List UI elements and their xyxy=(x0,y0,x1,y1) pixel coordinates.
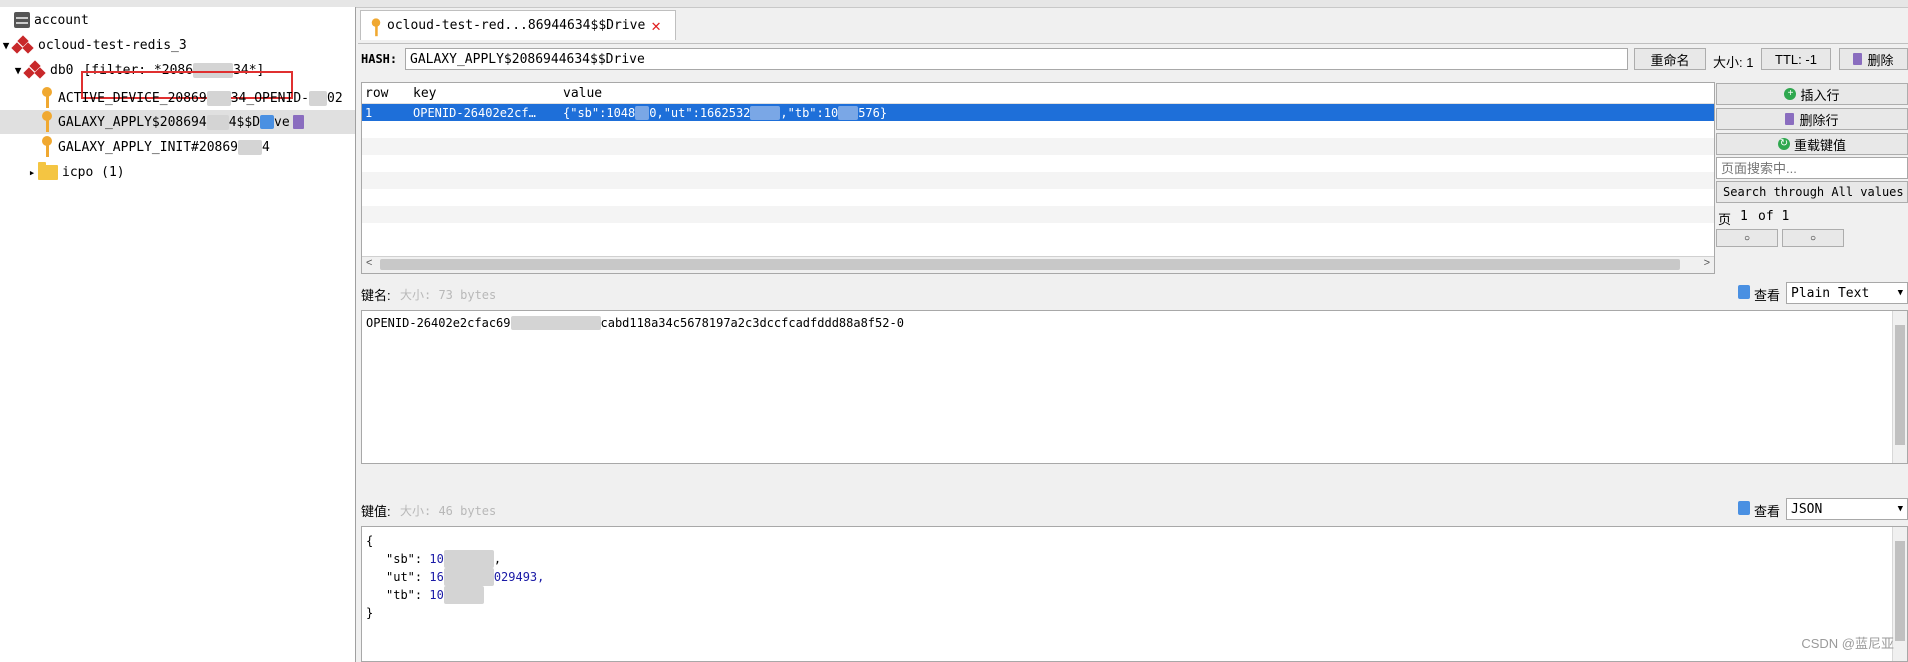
table-row-empty xyxy=(362,172,1714,189)
dropdown-icon: ▼ xyxy=(1897,288,1903,298)
delete-icon[interactable] xyxy=(292,115,304,129)
expand-arrow-icon[interactable]: ▼ xyxy=(12,64,24,77)
cell-row: 1 xyxy=(365,105,373,120)
folder-icon xyxy=(38,161,58,180)
vertical-scrollbar[interactable] xyxy=(1892,311,1907,463)
size-label: 大小: 1 xyxy=(1713,55,1754,70)
cell-value: {"sb":1048x0,"ut":1662532x,"tb":10x576} xyxy=(563,105,888,120)
table-row-empty xyxy=(362,189,1714,206)
tree-item-account[interactable]: account xyxy=(14,8,89,32)
table-header: row key value xyxy=(362,83,1714,104)
watermark: CSDN @蓝尼亚 xyxy=(1801,636,1894,651)
page-search-input[interactable] xyxy=(1716,157,1908,179)
key-label: 键名: xyxy=(361,288,391,303)
insert-row-button[interactable]: + 插入行 xyxy=(1716,83,1908,105)
expand-arrow-icon[interactable]: ▼ xyxy=(0,39,12,52)
page-total: of 1 xyxy=(1758,209,1790,224)
key-format-select[interactable]: Plain Text ▼ xyxy=(1786,282,1908,304)
tree-item-folder[interactable]: ▸ icpo (1) xyxy=(26,160,125,184)
vertical-scrollbar[interactable] xyxy=(1892,527,1907,661)
scrollbar-thumb[interactable] xyxy=(1895,541,1905,641)
key-icon xyxy=(40,87,54,109)
redis-icon xyxy=(11,35,34,54)
reload-button[interactable]: ↻ 重载键值 xyxy=(1716,133,1908,155)
table-row-empty xyxy=(362,206,1714,223)
json-line: "tb": 10x xyxy=(366,586,1903,604)
view-label: 查看 xyxy=(1754,288,1781,303)
reload-icon: ↻ xyxy=(1777,138,1790,150)
table-row-empty xyxy=(362,121,1714,138)
search-all-button[interactable]: Search through All values xyxy=(1716,181,1908,203)
table-row-empty xyxy=(362,223,1714,240)
close-icon[interactable]: ✕ xyxy=(651,16,661,35)
value-panel-header: 键值: 大小: 46 bytes 查看 JSON ▼ xyxy=(358,495,1908,523)
server-icon xyxy=(14,12,30,28)
database-icon xyxy=(23,60,46,79)
tab-key[interactable]: ocloud-test-red...86944634$$Drive ✕ xyxy=(360,10,676,40)
key-toolbar: HASH: GALAXY_APPLY$2086944634$$Drive 重命名… xyxy=(358,43,1908,76)
delete-key-button[interactable]: 删除 xyxy=(1839,48,1908,70)
table-row-empty xyxy=(362,155,1714,172)
value-editor[interactable]: { "sb": 10x, "ut": 16x029493, "tb": 10x … xyxy=(361,526,1908,662)
tree-item-key[interactable]: GALAXY_APPLY_INIT#20869x4 xyxy=(40,135,270,159)
json-line: "sb": 10x, xyxy=(386,550,502,568)
column-header-row[interactable]: row xyxy=(362,86,410,101)
value-format-select[interactable]: JSON ▼ xyxy=(1786,498,1908,520)
table-row-empty xyxy=(362,138,1714,155)
copy-icon[interactable] xyxy=(260,115,275,129)
tree-label: db0 xyxy=(50,62,74,78)
key-editor: ocloud-test-red...86944634$$Drive ✕ HASH… xyxy=(358,7,1908,662)
view-label: 查看 xyxy=(1754,504,1781,519)
page-label: 页 xyxy=(1718,212,1732,227)
scroll-right-icon[interactable]: > xyxy=(1704,257,1710,269)
plus-icon: + xyxy=(1784,88,1797,100)
column-header-key[interactable]: key xyxy=(410,86,560,101)
value-size: 大小: 46 bytes xyxy=(400,504,497,518)
trash-icon xyxy=(1853,53,1863,65)
next-page-button[interactable]: ○ xyxy=(1782,229,1844,247)
tree-item-server[interactable]: ▼ ocloud-test-redis_3 xyxy=(0,33,187,57)
tree-item-key[interactable]: ACTIVE_DEVICE_20869x34_OPENID-x02 xyxy=(40,86,343,110)
key-name-editor[interactable]: OPENID-26402e2cfac69xcabd118a34c5678197a… xyxy=(361,310,1908,464)
type-label: HASH: xyxy=(361,52,398,66)
hash-table[interactable]: row key value 1 OPENID-26402e2cf… {"sb":… xyxy=(361,82,1715,274)
page-number: 1 xyxy=(1740,209,1748,224)
tree-label: ocloud-test-redis_3 xyxy=(38,37,187,53)
value-label: 键值: xyxy=(361,504,391,519)
cell-key: OPENID-26402e2cf… xyxy=(413,105,536,120)
connection-tree[interactable]: account ▼ ocloud-test-redis_3 ▼ db0 [fil… xyxy=(0,7,356,662)
ttl-button[interactable]: TTL: -1 xyxy=(1761,48,1831,70)
json-line: "ut": 16x029493, xyxy=(386,568,545,586)
table-row[interactable]: 1 OPENID-26402e2cf… {"sb":1048x0,"ut":16… xyxy=(362,104,1714,121)
key-name-field[interactable]: GALAXY_APPLY$2086944634$$Drive xyxy=(405,48,1628,70)
prev-page-button[interactable]: ○ xyxy=(1716,229,1778,247)
rename-button[interactable]: 重命名 xyxy=(1634,48,1706,70)
scrollbar-thumb[interactable] xyxy=(1895,325,1905,445)
key-icon xyxy=(370,17,382,36)
dropdown-icon: ▼ xyxy=(1897,504,1903,514)
delete-row-button[interactable]: 删除行 xyxy=(1716,108,1908,130)
tree-item-key-selected[interactable]: GALAXY_APPLY$208694x4$$Dve xyxy=(0,110,355,134)
tree-label: account xyxy=(34,12,89,28)
collapse-arrow-icon[interactable]: ▸ xyxy=(26,166,38,179)
key-icon xyxy=(40,136,54,158)
scroll-left-icon[interactable]: < xyxy=(366,257,372,269)
view-icon xyxy=(1738,501,1750,515)
key-panel-header: 键名: 大小: 73 bytes 查看 Plain Text ▼ xyxy=(358,279,1908,307)
scrollbar-thumb[interactable] xyxy=(380,259,1680,270)
trash-icon xyxy=(1785,113,1795,125)
key-size: 大小: 73 bytes xyxy=(400,288,497,302)
view-icon xyxy=(1738,285,1750,299)
key-icon xyxy=(40,111,54,133)
horizontal-scrollbar[interactable]: < > xyxy=(362,256,1714,273)
column-header-value[interactable]: value xyxy=(560,86,1714,101)
